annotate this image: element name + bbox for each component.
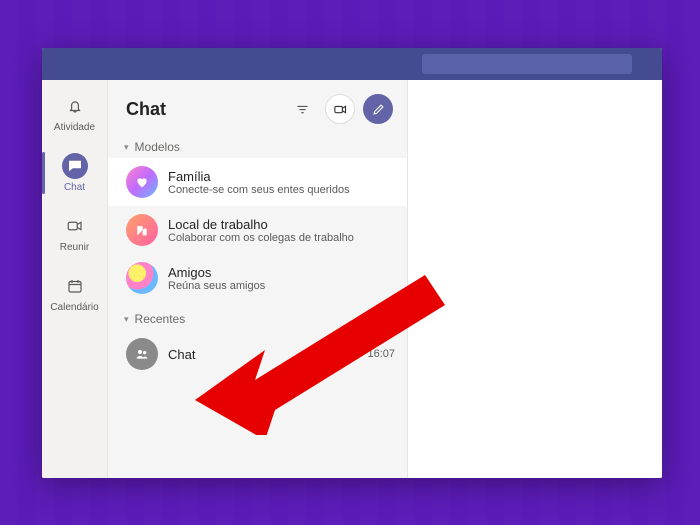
rail-calendar-label: Calendário	[50, 302, 98, 313]
chat-list-panel: Chat	[108, 80, 408, 478]
model-family-sub: Conecte-se com seus entes queridos	[168, 184, 395, 196]
rail-activity-label: Atividade	[54, 122, 95, 133]
new-chat-button[interactable]	[363, 94, 393, 124]
recent-chat-item[interactable]: Chat 16:07	[108, 330, 407, 378]
rail-activity[interactable]: Atividade	[45, 90, 105, 136]
section-recent-label: Recentes	[135, 312, 186, 326]
model-friends-title: Amigos	[168, 265, 395, 280]
model-work-text: Local de trabalho Colaborar com os coleg…	[168, 217, 395, 244]
chat-content-area	[408, 80, 662, 478]
video-icon	[62, 213, 88, 239]
app-window: Atividade Chat Reunir	[42, 48, 662, 478]
recent-chat-time: 16:07	[361, 348, 395, 360]
rail-meet[interactable]: Reunir	[45, 210, 105, 256]
section-recent-header[interactable]: ▾ Recentes	[108, 302, 407, 330]
building-icon	[126, 214, 158, 246]
model-family-title: Família	[168, 169, 395, 184]
chat-list-header: Chat	[108, 80, 407, 130]
friends-icon	[126, 262, 158, 294]
model-family[interactable]: Família Conecte-se com seus entes querid…	[108, 158, 407, 206]
model-family-text: Família Conecte-se com seus entes querid…	[168, 169, 395, 196]
model-friends-sub: Reúna seus amigos	[168, 280, 395, 292]
chevron-down-icon: ▾	[124, 142, 129, 153]
rail-chat[interactable]: Chat	[45, 150, 105, 196]
app-rail: Atividade Chat Reunir	[42, 80, 108, 478]
app-body: Atividade Chat Reunir	[42, 80, 662, 478]
model-work-title: Local de trabalho	[168, 217, 395, 232]
recent-chat-text: Chat	[168, 347, 351, 362]
chevron-down-icon: ▾	[124, 314, 129, 325]
filter-button[interactable]	[287, 94, 317, 124]
bell-icon	[62, 93, 88, 119]
model-friends[interactable]: Amigos Reúna seus amigos	[108, 254, 407, 302]
model-work[interactable]: Local de trabalho Colaborar com os coleg…	[108, 206, 407, 254]
rail-calendar[interactable]: Calendário	[45, 270, 105, 316]
section-models-header[interactable]: ▾ Modelos	[108, 130, 407, 158]
heart-icon	[126, 166, 158, 198]
titlebar	[42, 48, 662, 80]
chat-list-title: Chat	[126, 99, 279, 120]
model-friends-text: Amigos Reúna seus amigos	[168, 265, 395, 292]
people-icon	[126, 338, 158, 370]
search-input[interactable]	[422, 54, 632, 74]
rail-meet-label: Reunir	[60, 242, 89, 253]
model-work-sub: Colaborar com os colegas de trabalho	[168, 232, 395, 244]
chat-icon	[62, 153, 88, 179]
video-call-button[interactable]	[325, 94, 355, 124]
calendar-icon	[62, 273, 88, 299]
section-models-label: Modelos	[135, 140, 180, 154]
rail-chat-label: Chat	[64, 182, 85, 193]
recent-chat-title: Chat	[168, 347, 351, 362]
